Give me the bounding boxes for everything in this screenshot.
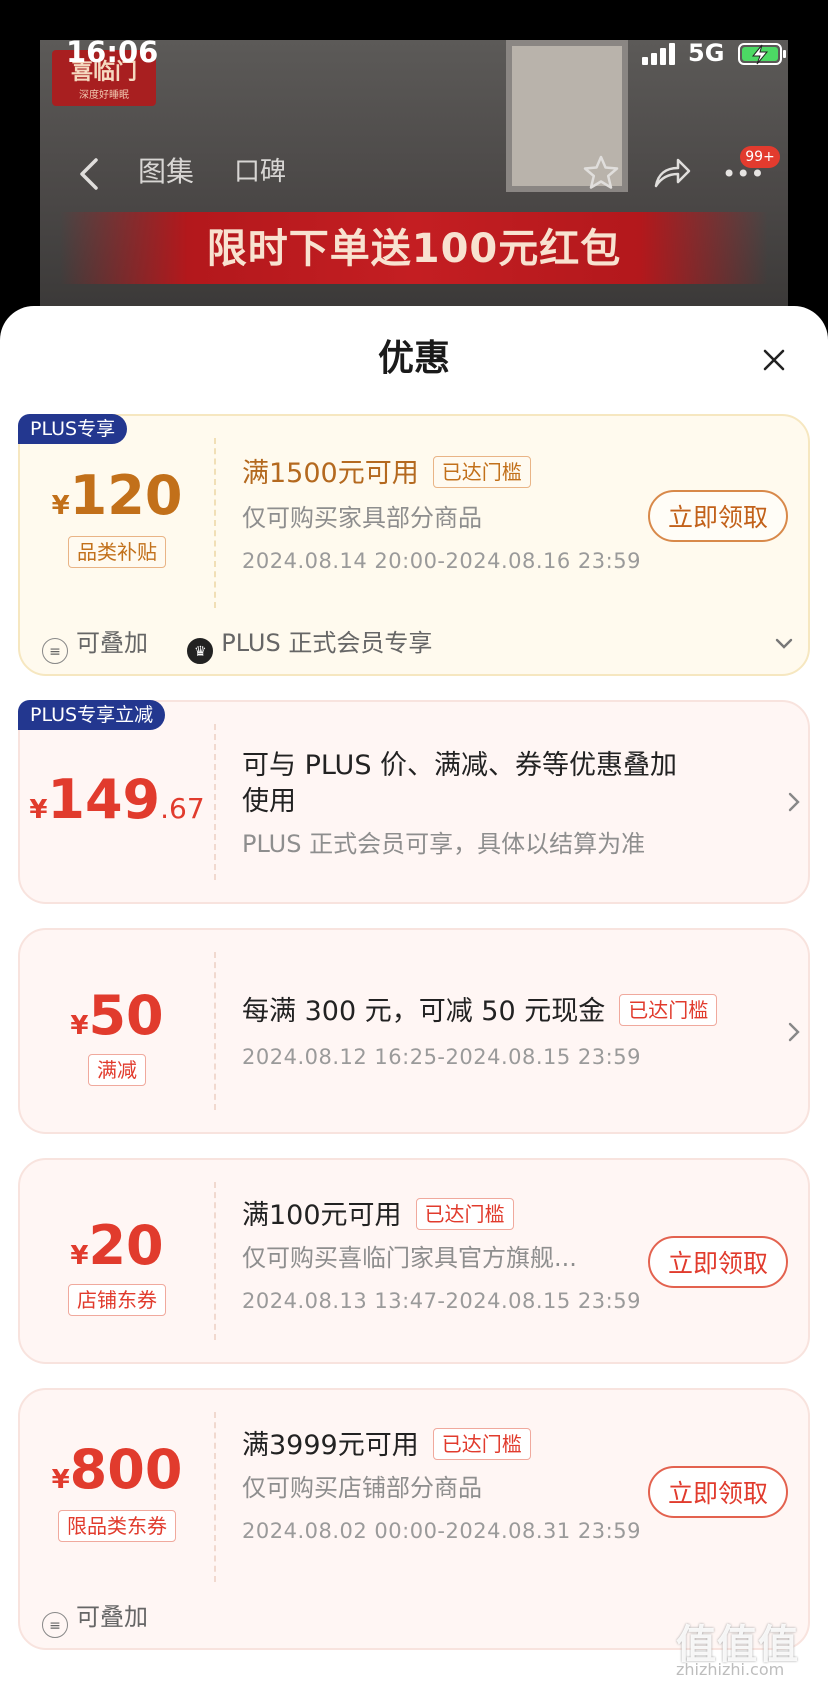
coupon-condition: 每满 300 元，可减 50 元现金 已达门槛: [242, 994, 718, 1030]
cellular-signal-icon: [642, 43, 675, 65]
sheet-title: 优惠: [377, 338, 450, 379]
coupon-amount: ¥20: [70, 1214, 164, 1277]
share-icon[interactable]: [652, 154, 692, 192]
coupon-validity: 2024.08.14 20:00-2024.08.16 23:59: [242, 549, 641, 573]
coupon-footer: ≡ 可叠加: [42, 1600, 148, 1638]
tab-gallery[interactable]: 图集: [138, 150, 208, 194]
coupon-scope: 仅可购买喜临门家具官方旗舰...: [242, 1244, 577, 1272]
claim-button[interactable]: 立即领取: [648, 1236, 788, 1288]
coupon-validity: 2024.08.12 16:25-2024.08.15 23:59: [242, 1045, 641, 1069]
claim-button[interactable]: 立即领取: [648, 490, 788, 542]
tab-reviews[interactable]: 口碑: [234, 150, 304, 194]
coupon-scope: 仅可购买店铺部分商品: [242, 1474, 482, 1502]
message-count-badge: 99+: [740, 146, 780, 168]
claim-button[interactable]: 立即领取: [648, 1466, 788, 1518]
coupon-validity: 2024.08.02 00:00-2024.08.31 23:59: [242, 1519, 641, 1543]
battery-charging-icon: [738, 43, 786, 65]
coupon-card-full-reduction[interactable]: ¥50 满减 每满 300 元，可减 50 元现金 已达门槛 2024.08.12…: [18, 928, 810, 1134]
promo-banner-text: 限时下单送100元红包: [206, 226, 622, 272]
coupon-description-line2: 使用: [242, 786, 296, 817]
coupon-amount: ¥800: [51, 1438, 183, 1501]
coupon-condition: 满100元可用 已达门槛: [242, 1198, 514, 1234]
threshold-reached-badge: 已达门槛: [432, 1428, 531, 1460]
expand-chevron-icon[interactable]: [772, 634, 796, 654]
coupon-type-chip: 限品类东券: [58, 1510, 176, 1542]
threshold-reached-badge: 已达门槛: [415, 1198, 514, 1230]
crown-icon: ♛: [187, 638, 214, 664]
plus-member-label: PLUS 正式会员专享: [221, 629, 433, 657]
coupon-condition: 满3999元可用 已达门槛: [242, 1428, 531, 1464]
coupon-card-category: ¥800 限品类东券 满3999元可用 已达门槛 仅可购买店铺部分商品 2024.…: [18, 1388, 810, 1650]
stack-icon: ≡: [42, 1612, 68, 1638]
status-time: 16:06: [66, 35, 159, 69]
coupon-amount: ¥149.67: [29, 768, 205, 831]
stackable-label: 可叠加: [76, 629, 148, 657]
coupon-validity: 2024.08.13 13:47-2024.08.15 23:59: [242, 1289, 641, 1313]
card-divider: [214, 1412, 216, 1582]
stackable-label: 可叠加: [76, 1603, 148, 1631]
coupon-card-plus-discount[interactable]: PLUS专享立减 ¥149.67 可与 PLUS 价、满减、券等优惠叠加 使用 …: [18, 700, 810, 904]
coupon-footer: ≡ 可叠加 ♛ PLUS 正式会员专享: [42, 626, 432, 664]
coupon-card-plus: PLUS专享 ¥120 品类补贴 满1500元可用 已达门槛 仅可购买家具部分商品…: [18, 414, 810, 676]
coupon-scope: 仅可购买家具部分商品: [242, 504, 482, 532]
plus-tag: PLUS专享: [18, 414, 128, 444]
card-divider: [214, 724, 216, 880]
coupon-amount: ¥50: [70, 984, 164, 1047]
watermark-url: zhizhizhi.com: [676, 1660, 785, 1679]
coupon-note: PLUS 正式会员可享，具体以结算为准: [242, 830, 646, 858]
back-icon[interactable]: [72, 152, 106, 196]
coupon-type-chip: 满减: [88, 1054, 146, 1086]
card-divider: [214, 1182, 216, 1340]
card-divider: [214, 952, 216, 1110]
network-type: 5G: [688, 39, 725, 67]
coupon-type-chip: 品类补贴: [68, 536, 166, 568]
chevron-right-icon: [788, 792, 800, 812]
card-divider: [214, 438, 216, 608]
chevron-right-icon: [788, 1022, 800, 1042]
brand-logo-sub: 深度好睡眠: [79, 90, 129, 101]
threshold-reached-badge: 已达门槛: [432, 456, 531, 488]
coupon-type-chip: 店铺东券: [68, 1284, 166, 1316]
coupon-amount: ¥120: [51, 464, 183, 527]
stack-icon: ≡: [42, 638, 68, 664]
threshold-reached-badge: 已达门槛: [619, 994, 718, 1026]
plus-discount-tag: PLUS专享立减: [18, 700, 166, 730]
coupon-card-store: ¥20 店铺东券 满100元可用 已达门槛 仅可购买喜临门家具官方旗舰... 20…: [18, 1158, 810, 1364]
coupon-condition: 满1500元可用 已达门槛: [242, 456, 531, 492]
favorite-star-icon[interactable]: [582, 154, 620, 192]
coupon-description-line1: 可与 PLUS 价、满减、券等优惠叠加: [242, 750, 678, 781]
close-icon[interactable]: [756, 342, 792, 378]
